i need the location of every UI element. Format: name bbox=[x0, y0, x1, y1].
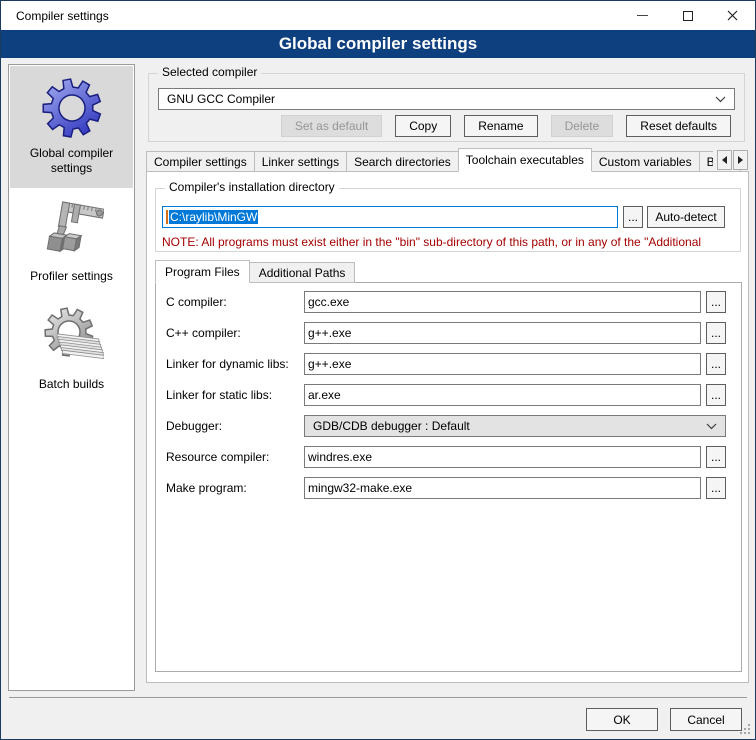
field-label: Resource compiler: bbox=[166, 446, 269, 468]
footer-divider bbox=[9, 697, 747, 698]
installation-directory-group-label: Compiler's installation directory bbox=[165, 180, 339, 194]
title-bar: Compiler settings bbox=[1, 1, 755, 30]
tab-linker-settings[interactable]: Linker settings bbox=[254, 151, 347, 172]
minimize-icon bbox=[637, 15, 648, 16]
tab-search-directories[interactable]: Search directories bbox=[346, 151, 459, 172]
linker-for-dynamic-libs-browse-button[interactable]: ... bbox=[706, 353, 726, 375]
linker-for-static-libs-browse-button[interactable]: ... bbox=[706, 384, 726, 406]
set-as-default-button: Set as default bbox=[281, 115, 382, 137]
make-program-browse-button[interactable]: ... bbox=[706, 477, 726, 499]
c-compiler-value: gcc.exe bbox=[308, 295, 349, 309]
linker-for-static-libs-value: ar.exe bbox=[308, 388, 341, 402]
compiler-actions: Set as default Copy Rename Delete Reset defa… bbox=[281, 115, 731, 137]
compiler-select[interactable]: GNU GCC Compiler bbox=[158, 88, 735, 110]
form-row-c-compiler: C++ compiler: g++.exe... bbox=[156, 322, 741, 344]
tab-scroll-left-button[interactable] bbox=[717, 150, 732, 170]
sidebar-item-profiler-settings[interactable]: Profiler settings bbox=[10, 189, 133, 296]
field-label: C++ compiler: bbox=[166, 322, 241, 344]
settings-category-list: Global compiler settings Profiler settin… bbox=[8, 64, 135, 691]
c-compiler-browse-button[interactable]: ... bbox=[706, 291, 726, 313]
form-row-c-compiler: C compiler: gcc.exe... bbox=[156, 291, 741, 313]
gear-blue-icon bbox=[12, 75, 131, 139]
c-compiler-input[interactable]: g++.exe bbox=[304, 322, 701, 344]
installation-directory-value: C:\raylib\MinGW bbox=[169, 210, 258, 224]
close-button[interactable] bbox=[710, 1, 755, 30]
field-label: C compiler: bbox=[166, 291, 227, 313]
triangle-left-icon bbox=[718, 156, 727, 164]
triangle-right-icon bbox=[738, 156, 747, 164]
form-row-linker-for-static-libs: Linker for static libs: ar.exe... bbox=[156, 384, 741, 406]
debugger-select-value: GDB/CDB debugger : Default bbox=[313, 419, 706, 433]
maximize-icon bbox=[683, 11, 693, 21]
resource-compiler-value: windres.exe bbox=[308, 450, 372, 464]
linker-for-dynamic-libs-input[interactable]: g++.exe bbox=[304, 353, 701, 375]
tab-toolchain-executables[interactable]: Toolchain executables bbox=[458, 148, 592, 172]
installation-directory-group: Compiler's installation directory C:\ray… bbox=[155, 188, 741, 252]
field-label: Linker for dynamic libs: bbox=[166, 353, 289, 375]
ok-button[interactable]: OK bbox=[586, 708, 658, 731]
sidebar-item-label: Batch builds bbox=[12, 377, 131, 392]
form-row-linker-for-dynamic-libs: Linker for dynamic libs: g++.exe... bbox=[156, 353, 741, 375]
field-label: Linker for static libs: bbox=[166, 384, 272, 406]
sidebar-item-label: Global compiler settings bbox=[12, 146, 131, 176]
tab-scroll-right-button[interactable] bbox=[733, 150, 748, 170]
window-title: Compiler settings bbox=[1, 9, 109, 23]
settings-tabstrip: Compiler settingsLinker settingsSearch d… bbox=[146, 148, 750, 172]
close-icon bbox=[727, 10, 738, 21]
linker-for-dynamic-libs-value: g++.exe bbox=[308, 357, 351, 371]
sidebar-item-label: Profiler settings bbox=[12, 269, 131, 284]
note-text: NOTE: All programs must exist either in … bbox=[162, 235, 738, 249]
c-compiler-value: g++.exe bbox=[308, 326, 351, 340]
chevron-down-icon bbox=[715, 96, 726, 103]
delete-button: Delete bbox=[551, 115, 614, 137]
window-controls bbox=[620, 1, 755, 30]
field-label: Make program: bbox=[166, 477, 247, 499]
form-row-debugger: Debugger: GDB/CDB debugger : Default bbox=[156, 415, 741, 437]
copy-button[interactable]: Copy bbox=[395, 115, 451, 137]
cancel-button[interactable]: Cancel bbox=[670, 708, 742, 731]
field-label: Debugger: bbox=[166, 415, 222, 437]
form-row-resource-compiler: Resource compiler: windres.exe... bbox=[156, 446, 741, 468]
gear-stack-icon bbox=[12, 306, 131, 370]
tab-program-files[interactable]: Program Files bbox=[155, 260, 250, 283]
tab-custom-variables[interactable]: Custom variables bbox=[591, 151, 700, 172]
resource-compiler-input[interactable]: windres.exe bbox=[304, 446, 701, 468]
resource-compiler-browse-button[interactable]: ... bbox=[706, 446, 726, 468]
c-compiler-input[interactable]: gcc.exe bbox=[304, 291, 701, 313]
selected-compiler-group: Selected compiler GNU GCC Compiler Set a… bbox=[148, 73, 745, 142]
tab-scroll-buttons bbox=[713, 150, 748, 170]
compiler-settings-window: Compiler settings Global compiler settin… bbox=[0, 0, 756, 740]
text-caret bbox=[166, 210, 168, 224]
form-row-make-program: Make program: mingw32-make.exe... bbox=[156, 477, 741, 499]
toolchain-executables-page: Compiler's installation directory C:\ray… bbox=[146, 171, 749, 683]
auto-detect-button[interactable]: Auto-detect bbox=[647, 206, 725, 228]
chevron-down-icon bbox=[706, 423, 717, 430]
tab-compiler-settings[interactable]: Compiler settings bbox=[146, 151, 255, 172]
maximize-button[interactable] bbox=[665, 1, 710, 30]
compiler-select-value: GNU GCC Compiler bbox=[167, 92, 715, 106]
page-title: Global compiler settings bbox=[1, 30, 755, 58]
selected-compiler-group-label: Selected compiler bbox=[158, 65, 261, 79]
rename-button[interactable]: Rename bbox=[464, 115, 537, 137]
c-compiler-browse-button[interactable]: ... bbox=[706, 322, 726, 344]
browse-directory-button[interactable]: ... bbox=[623, 206, 643, 228]
make-program-input[interactable]: mingw32-make.exe bbox=[304, 477, 701, 499]
caliper-icon bbox=[12, 198, 131, 262]
sidebar-item-batch-builds[interactable]: Batch builds bbox=[10, 297, 133, 404]
tab-additional-paths[interactable]: Additional Paths bbox=[249, 262, 356, 283]
reset-defaults-button[interactable]: Reset defaults bbox=[626, 115, 731, 137]
sidebar-item-global-compiler-settings[interactable]: Global compiler settings bbox=[10, 66, 133, 188]
settings-content: Selected compiler GNU GCC Compiler Set a… bbox=[145, 64, 750, 691]
debugger-select[interactable]: GDB/CDB debugger : Default bbox=[304, 415, 726, 437]
installation-directory-input[interactable]: C:\raylib\MinGW bbox=[162, 206, 618, 228]
program-files-page: C compiler: gcc.exe... C++ compiler: g++.ex… bbox=[155, 282, 742, 672]
linker-for-static-libs-input[interactable]: ar.exe bbox=[304, 384, 701, 406]
minimize-button[interactable] bbox=[620, 1, 665, 30]
paths-tabstrip: Program FilesAdditional Paths bbox=[155, 260, 355, 283]
make-program-value: mingw32-make.exe bbox=[308, 481, 412, 495]
resize-grip[interactable] bbox=[740, 724, 742, 726]
